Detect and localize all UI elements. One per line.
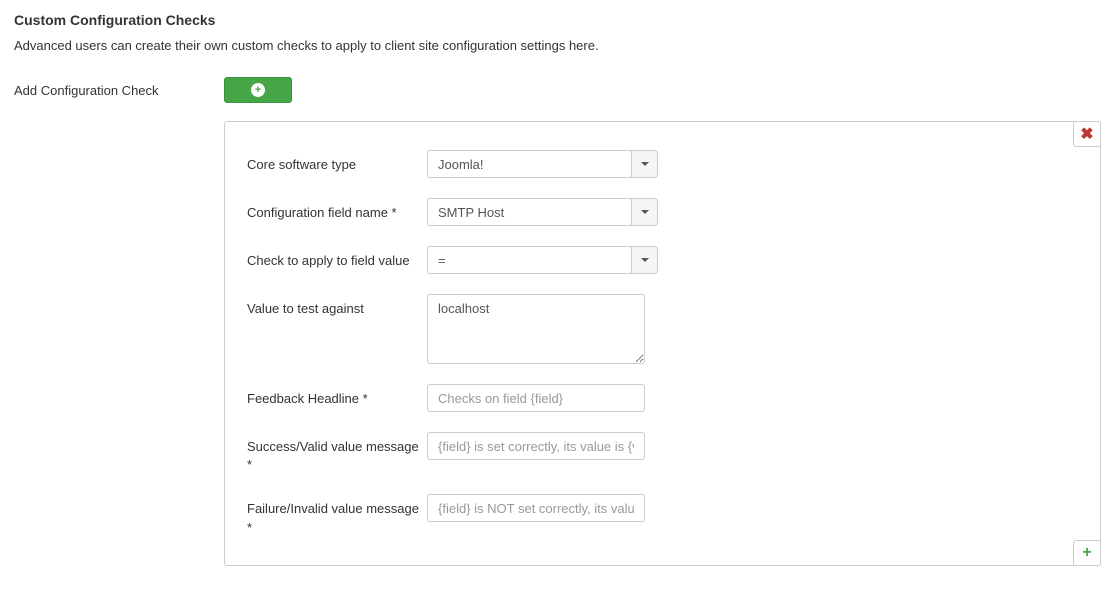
add-more-button[interactable]: + — [1073, 540, 1101, 566]
chevron-down-icon — [641, 258, 649, 262]
config-field-name-label: Configuration field name * — [247, 198, 427, 222]
chevron-down-icon — [641, 210, 649, 214]
feedback-headline-row: Feedback Headline * — [247, 384, 1078, 412]
page-title: Custom Configuration Checks — [14, 12, 1101, 28]
value-to-test-textarea[interactable] — [427, 294, 645, 364]
close-button[interactable]: ✖ — [1073, 121, 1101, 147]
check-to-apply-label: Check to apply to field value — [247, 246, 427, 270]
value-to-test-label: Value to test against — [247, 294, 427, 318]
plus-circle-icon: + — [251, 83, 265, 97]
config-field-name-caret[interactable] — [632, 198, 658, 226]
failure-message-label: Failure/Invalid value message * — [247, 494, 427, 536]
feedback-headline-label: Feedback Headline * — [247, 384, 427, 408]
check-to-apply-select[interactable]: = — [427, 246, 632, 274]
value-to-test-row: Value to test against — [247, 294, 1078, 364]
success-message-input[interactable] — [427, 432, 645, 460]
core-software-type-label: Core software type — [247, 150, 427, 174]
plus-icon: + — [1082, 544, 1091, 562]
check-to-apply-row: Check to apply to field value = — [247, 246, 1078, 274]
success-message-label: Success/Valid value message * — [247, 432, 427, 474]
page-subtitle: Advanced users can create their own cust… — [14, 38, 1101, 53]
add-config-button[interactable]: + — [224, 77, 292, 103]
failure-message-row: Failure/Invalid value message * — [247, 494, 1078, 536]
check-to-apply-caret[interactable] — [632, 246, 658, 274]
config-field-name-row: Configuration field name * SMTP Host — [247, 198, 1078, 226]
config-field-name-select[interactable]: SMTP Host — [427, 198, 632, 226]
core-software-type-select[interactable]: Joomla! — [427, 150, 632, 178]
chevron-down-icon — [641, 162, 649, 166]
core-software-type-row: Core software type Joomla! — [247, 150, 1078, 178]
feedback-headline-input[interactable] — [427, 384, 645, 412]
failure-message-input[interactable] — [427, 494, 645, 522]
core-software-type-caret[interactable] — [632, 150, 658, 178]
add-config-row: Add Configuration Check + — [14, 77, 1101, 103]
add-config-label: Add Configuration Check — [14, 83, 224, 98]
close-icon: ✖ — [1080, 124, 1093, 144]
success-message-row: Success/Valid value message * — [247, 432, 1078, 474]
config-check-panel: ✖ Core software type Joomla! Configurati… — [224, 121, 1101, 566]
